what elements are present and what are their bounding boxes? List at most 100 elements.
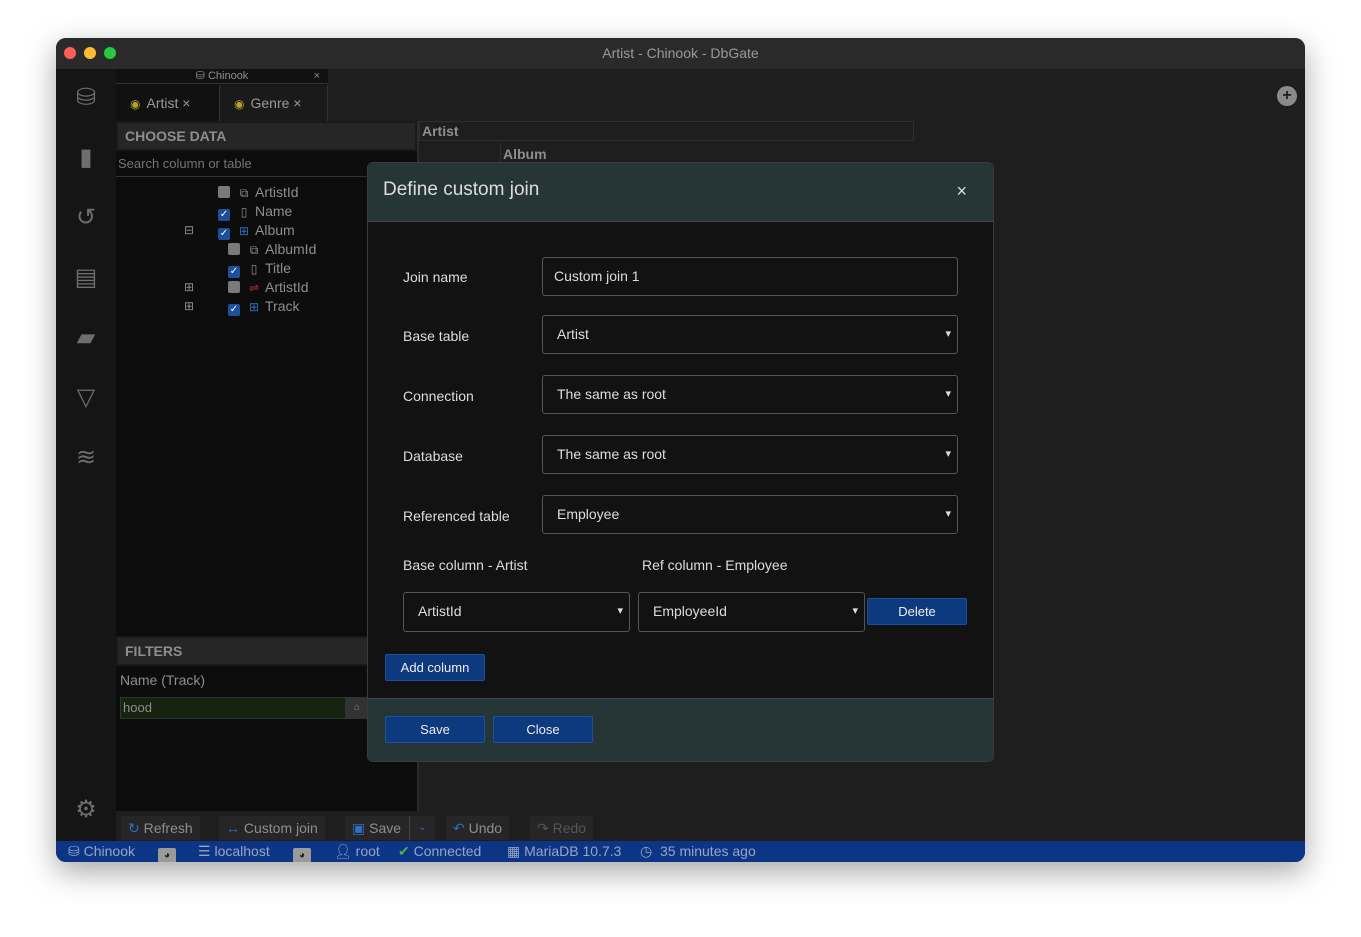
filter-menu-button[interactable]: ⌂ [346,697,368,719]
palette-icon[interactable]: ◕ [158,841,176,862]
column-icon: ▯ [250,262,258,276]
undo-button[interactable]: ↶ Undo [446,816,510,840]
file-icon[interactable]: ▮ [73,145,99,171]
close-icon[interactable]: × [956,181,967,202]
database-label: Database [403,448,463,464]
join-name-label: Join name [403,269,468,285]
status-connection: ✔ Connected [398,843,482,859]
chevron-down-icon: ▾ [852,605,858,617]
tree-item[interactable]: ✓ ▯ Title [228,259,291,278]
status-server: ☰ localhost [198,843,270,859]
close-button[interactable]: Close [493,716,593,743]
dialog-header: Define custom join × [368,163,993,222]
status-bar: ⛁ Chinook ◕ ☰ localhost ◕ 👤︎ root ✔ Conn… [56,841,1305,862]
delete-button[interactable]: Delete [867,598,967,625]
tree-item[interactable]: ⧉ AlbumId [228,240,316,259]
grid-header-artist: Artist [419,121,914,141]
base-table-select[interactable]: Artist ▾ [542,315,958,354]
ref-column-header: Ref column - Employee [642,557,788,573]
status-engine: ▦ MariaDB 10.7.3 [507,843,622,859]
checkbox[interactable]: ✓ [228,266,240,278]
sidebar: ⛁ ▮ ↺ ▤ ▰ ▽ ≋ ⚙ [56,69,116,841]
tab-genre[interactable]: ◉ Genre × [220,85,328,121]
checkbox[interactable] [228,281,240,293]
tree-item[interactable]: ⧉ ArtistId [218,183,299,202]
tree-item[interactable]: ✓ ▯ Name [218,202,292,221]
chevron-down-icon: ▾ [945,448,951,460]
undo-icon: ↶ [453,820,465,836]
close-tab-icon[interactable]: × [182,95,190,111]
custom-join-dialog: Define custom join × Join name Custom joi… [367,162,994,762]
collapse-icon[interactable]: ⊟ [184,221,194,240]
checkbox[interactable] [218,186,230,198]
status-database: ⛁ Chinook [68,843,135,859]
table-icon: ⊞ [248,300,260,314]
eye-icon: ◉ [234,97,245,111]
tab-group-label: ⛁ Chinook × [116,69,328,84]
tab-artist[interactable]: ◉ Artist × [116,85,220,121]
window-title: Artist - Chinook - DbGate [602,45,759,61]
chevron-down-icon: ▾ [617,605,623,617]
column-icon: ▯ [240,205,248,219]
minimize-window-button[interactable] [84,47,96,59]
database-icon[interactable]: ⛁ [73,85,99,111]
save-toolbar-button[interactable]: ▣ Save ⌄ [345,816,435,840]
choose-data-header: CHOOSE DATA [116,121,417,151]
tree-item[interactable]: ⊞ ⇌ ArtistId [184,278,309,297]
chevron-down-icon: ▾ [945,388,951,400]
palette-icon[interactable]: ◕ [293,841,311,862]
connection-label: Connection [403,388,474,404]
history-icon[interactable]: ↺ [73,205,99,231]
custom-join-button[interactable]: ↔ Custom join [219,816,325,840]
gear-icon[interactable]: ⚙ [73,797,99,823]
refresh-icon: ↻ [128,820,140,836]
filter-input[interactable]: hood [120,697,346,719]
chevron-down-icon[interactable]: ⌄ [409,816,435,840]
base-table-label: Base table [403,328,470,344]
dialog-title: Define custom join [383,179,540,200]
checkbox[interactable]: ✓ [218,228,230,240]
status-time: ◷ 35 minutes ago [640,843,756,859]
join-name-input[interactable]: Custom join 1 [542,257,958,296]
layers-icon[interactable]: ≋ [73,445,99,471]
close-window-button[interactable] [64,47,76,59]
plugin-icon[interactable]: ▰ [73,325,99,351]
grid-header-album: Album [500,143,914,163]
redo-icon: ↷ [537,820,549,836]
dialog-footer: Save Close [368,698,993,761]
primary-key-icon: ⧉ [239,186,249,200]
add-tab-button[interactable]: + [1277,86,1297,106]
database-select[interactable]: The same as root ▾ [542,435,958,474]
status-user: 👤︎ root [334,843,380,859]
checkbox[interactable]: ✓ [218,209,230,221]
tree-item[interactable]: ⊞ ✓ ⊞ Track [184,297,299,316]
save-button[interactable]: Save [385,716,485,743]
checkbox[interactable] [228,243,240,255]
chevron-down-icon: ▾ [945,328,951,340]
expand-icon[interactable]: ⊞ [184,297,194,316]
expand-icon[interactable]: ⊞ [184,278,194,297]
close-tab-icon[interactable]: × [293,95,301,111]
eye-icon: ◉ [130,97,141,111]
table-icon: ⊞ [238,224,250,238]
foreign-key-icon: ⇌ [248,281,260,295]
primary-key-icon: ⧉ [249,243,259,257]
close-group-icon[interactable]: × [314,69,320,83]
redo-button[interactable]: ↷ Redo [530,816,594,840]
maximize-window-button[interactable] [104,47,116,59]
base-column-header: Base column - Artist [403,557,528,573]
arrows-icon: ↔ [226,820,240,836]
add-column-button[interactable]: Add column [385,654,485,681]
filter-icon[interactable]: ▽ [73,385,99,411]
chevron-down-icon: ▾ [945,508,951,520]
connection-select[interactable]: The same as root ▾ [542,375,958,414]
base-column-select[interactable]: ArtistId ▾ [403,592,630,632]
refresh-button[interactable]: ↻ Refresh [121,816,200,840]
check-icon: ✔ [398,843,410,859]
save-icon: ▣ [352,820,366,836]
tree-item[interactable]: ⊟ ✓ ⊞ Album [184,221,295,240]
referenced-table-select[interactable]: Employee ▾ [542,495,958,534]
archive-icon[interactable]: ▤ [73,265,99,291]
ref-column-select[interactable]: EmployeeId ▾ [638,592,865,632]
checkbox[interactable]: ✓ [228,304,240,316]
